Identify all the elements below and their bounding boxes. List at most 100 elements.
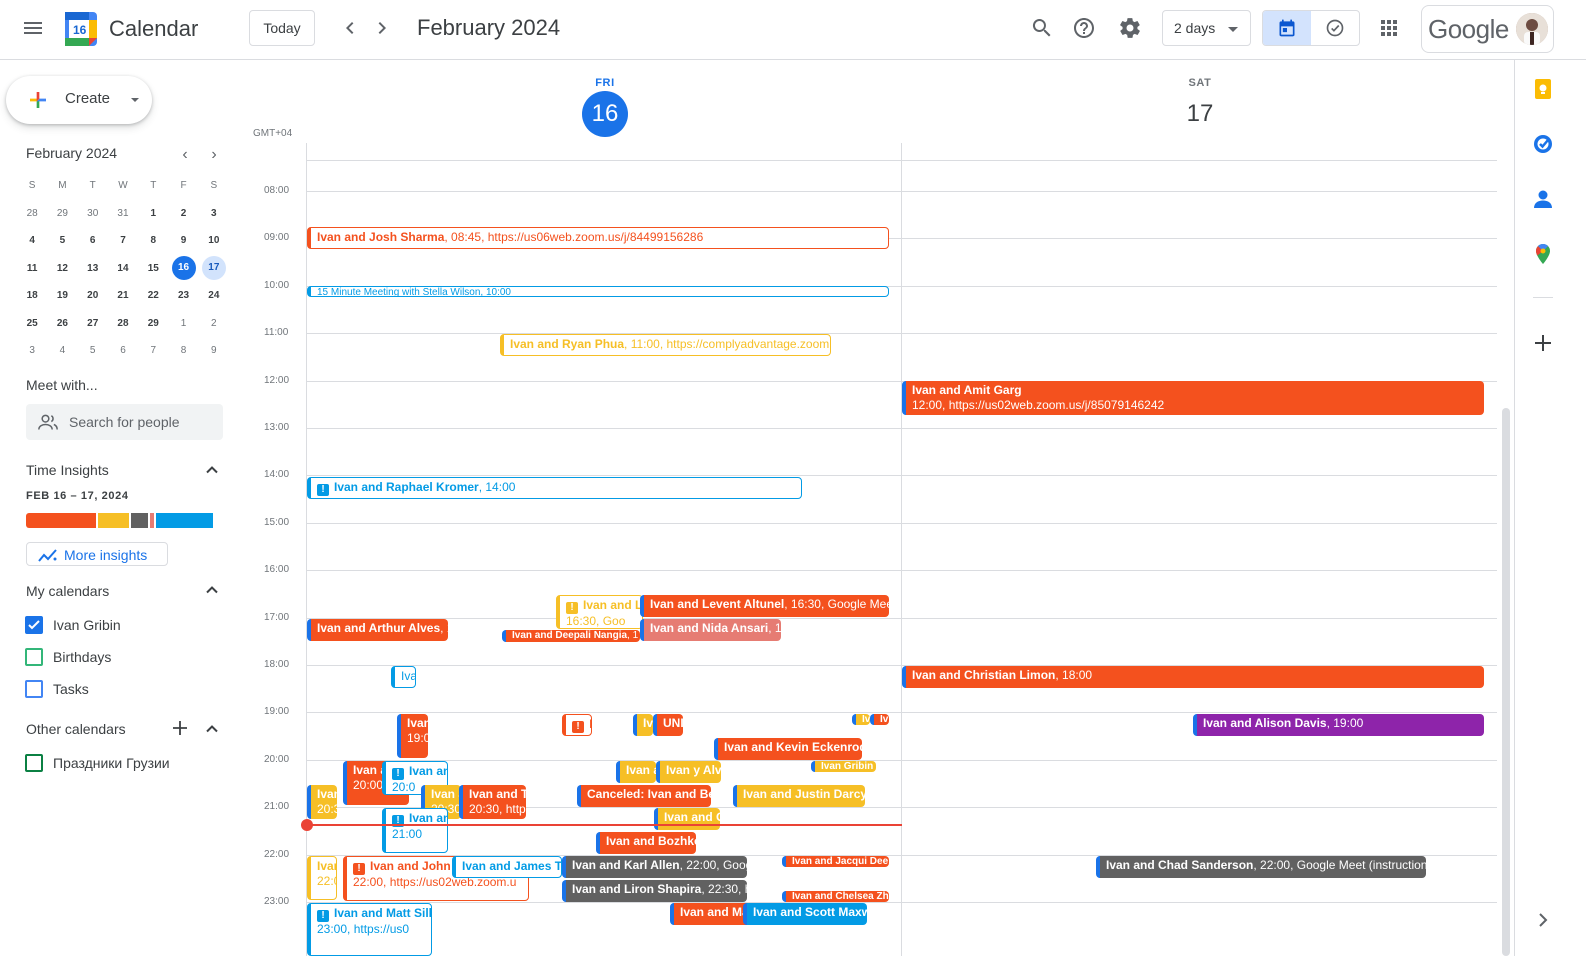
mini-day[interactable]: 12 bbox=[47, 263, 77, 274]
mini-day[interactable]: 28 bbox=[108, 318, 138, 329]
maps-icon[interactable] bbox=[1532, 243, 1554, 265]
other-calendars-title[interactable]: Other calendars bbox=[26, 721, 126, 737]
expand-panel-chevron-icon[interactable] bbox=[1536, 913, 1550, 927]
mini-day[interactable]: 3 bbox=[199, 208, 229, 219]
calendar-event[interactable]: Ivan and Chelsea Zh bbox=[782, 891, 889, 902]
calendar-checkbox[interactable] bbox=[25, 754, 43, 772]
calendar-event[interactable]: Ivan and Scott Maxwe bbox=[743, 903, 867, 925]
mini-day[interactable]: 31 bbox=[108, 208, 138, 219]
day-number-today[interactable]: 16 bbox=[582, 91, 628, 137]
mini-day[interactable]: 15 bbox=[138, 263, 168, 274]
keep-icon[interactable] bbox=[1532, 78, 1554, 100]
scrollbar[interactable] bbox=[1502, 408, 1510, 956]
mini-day[interactable]: 29 bbox=[138, 318, 168, 329]
mini-day[interactable]: 16 bbox=[168, 256, 198, 281]
mini-day[interactable]: 24 bbox=[199, 290, 229, 301]
mini-day[interactable]: 25 bbox=[17, 318, 47, 329]
calendar-event[interactable]: Ivan a bbox=[616, 761, 656, 783]
mini-day[interactable]: 30 bbox=[78, 208, 108, 219]
help-icon[interactable] bbox=[1064, 8, 1104, 48]
collapse-my-calendars-icon[interactable] bbox=[206, 584, 218, 596]
mini-day[interactable]: 10 bbox=[199, 235, 229, 246]
calendar-event[interactable]: Ivan and Bozhkov bbox=[596, 832, 696, 854]
day-header-fri[interactable]: FRI 16 bbox=[575, 77, 635, 137]
mini-day[interactable]: 21 bbox=[108, 290, 138, 301]
calendar-event[interactable]: Ivan and Ma bbox=[670, 903, 750, 925]
today-button[interactable]: Today bbox=[249, 10, 315, 46]
calendar-event[interactable]: Ivan and James Ta bbox=[452, 856, 562, 878]
tasks-view-button[interactable] bbox=[1311, 11, 1359, 45]
mini-day[interactable]: 23 bbox=[168, 290, 198, 301]
calendar-event[interactable]: !I bbox=[562, 714, 592, 736]
calendar-event[interactable]: ! Ivan and Matt Silk 23:00, https://us0 bbox=[307, 903, 432, 956]
mini-day[interactable]: 13 bbox=[78, 263, 108, 274]
settings-gear-icon[interactable] bbox=[1110, 8, 1150, 48]
calendar-event[interactable]: Ivan and Justin Darcy, 2 bbox=[733, 785, 865, 807]
contacts-icon[interactable] bbox=[1532, 188, 1554, 210]
calendar-event[interactable]: Ivan20:3 bbox=[307, 785, 337, 819]
mini-day[interactable]: 5 bbox=[78, 345, 108, 356]
mini-day[interactable]: 3 bbox=[17, 345, 47, 356]
calendar-event[interactable]: UNIC bbox=[653, 714, 683, 736]
search-icon[interactable] bbox=[1022, 8, 1062, 48]
day-header-sat[interactable]: SAT 17 bbox=[1170, 77, 1230, 137]
calendar-event[interactable]: Ivan and Liron Shapira, 22:30, htt bbox=[562, 880, 747, 902]
avatar[interactable] bbox=[1516, 13, 1548, 45]
calendar-event[interactable]: Iv bbox=[633, 714, 653, 736]
search-people-input[interactable]: Search for people bbox=[26, 404, 223, 440]
add-addon-plus-icon[interactable] bbox=[1532, 332, 1554, 354]
calendar-event[interactable]: ! Ivan and Raphael Kromer, 14:00 bbox=[307, 477, 802, 499]
calendar-event[interactable]: Ivan and Karl Allen, 22:00, Google bbox=[562, 856, 747, 878]
calendar-event[interactable]: Ivan and Te20:30, http bbox=[459, 785, 526, 819]
mini-next-month-icon[interactable]: › bbox=[206, 146, 222, 164]
collapse-other-calendars-icon[interactable] bbox=[206, 723, 218, 735]
mini-day[interactable]: 27 bbox=[78, 318, 108, 329]
mini-day[interactable]: 9 bbox=[168, 235, 198, 246]
mini-day[interactable]: 14 bbox=[108, 263, 138, 274]
my-calendars-title[interactable]: My calendars bbox=[26, 583, 109, 599]
mini-day[interactable]: 7 bbox=[108, 235, 138, 246]
calendar-event[interactable]: ! Ivan an 21:00 bbox=[382, 808, 448, 853]
add-calendar-plus-icon[interactable] bbox=[172, 720, 188, 736]
mini-day[interactable]: 6 bbox=[108, 345, 138, 356]
calendar-event[interactable]: 15 Minute Meeting with Stella Wilson, 10… bbox=[307, 286, 889, 297]
create-button[interactable]: Create bbox=[6, 76, 152, 124]
day-number[interactable]: 17 bbox=[1177, 91, 1223, 137]
mini-day[interactable]: 1 bbox=[168, 318, 198, 329]
calendar-event[interactable]: Iva bbox=[391, 666, 416, 688]
mini-day[interactable]: 2 bbox=[199, 318, 229, 329]
calendar-event[interactable]: ! Ivan and Li 16:30, Goo bbox=[556, 595, 643, 629]
calendar-event[interactable]: Iv bbox=[870, 714, 889, 725]
calendar-event[interactable]: Ivan and Alison Davis, 19:00 bbox=[1193, 714, 1484, 736]
calendar-event[interactable]: Ivan and Jacqui Dee bbox=[782, 856, 889, 867]
mini-day[interactable]: 19 bbox=[47, 290, 77, 301]
calendar-event[interactable]: Ivan22:0 bbox=[307, 856, 337, 900]
calendar-event[interactable]: Iv bbox=[852, 714, 870, 725]
mini-day[interactable]: 22 bbox=[138, 290, 168, 301]
mini-day[interactable]: 5 bbox=[47, 235, 77, 246]
calendar-event[interactable]: Ivan and Kevin Eckenrode, bbox=[714, 738, 862, 760]
calendar-event[interactable]: Ivan and Amit Garg 12:00, https://us02web… bbox=[902, 381, 1484, 415]
create-caret-icon[interactable] bbox=[131, 98, 139, 102]
mini-day[interactable]: 20 bbox=[78, 290, 108, 301]
calendar-event[interactable]: Ivan y Alva bbox=[656, 761, 721, 783]
main-menu-icon[interactable] bbox=[13, 8, 53, 48]
mini-day[interactable]: 17 bbox=[199, 256, 229, 281]
next-period-icon[interactable] bbox=[362, 8, 402, 48]
calendar-event[interactable]: Ivan and G bbox=[654, 808, 720, 830]
calendar-event[interactable]: Ivan and Deepali Nangia, 1 bbox=[502, 630, 640, 642]
calendar-event[interactable]: Canceled: Ivan and Ben bbox=[577, 785, 711, 807]
account-switcher[interactable]: Google bbox=[1421, 5, 1554, 53]
mini-day[interactable]: 29 bbox=[47, 208, 77, 219]
tasks-icon[interactable] bbox=[1532, 133, 1554, 155]
mini-day[interactable]: 8 bbox=[168, 345, 198, 356]
mini-day[interactable]: 4 bbox=[47, 345, 77, 356]
calendar-event[interactable]: Ivan and Chad Sanderson, 22:00, Google M… bbox=[1096, 856, 1426, 878]
view-select-dropdown[interactable]: 2 days bbox=[1162, 10, 1251, 46]
mini-day[interactable]: 6 bbox=[78, 235, 108, 246]
calendar-event[interactable]: Ivan Gribin bbox=[811, 761, 876, 772]
calendar-checkbox[interactable] bbox=[25, 680, 43, 698]
mini-prev-month-icon[interactable]: ‹ bbox=[177, 146, 193, 164]
collapse-insights-icon[interactable] bbox=[206, 464, 218, 476]
calendar-event[interactable]: Ivan19:0 bbox=[397, 714, 428, 758]
